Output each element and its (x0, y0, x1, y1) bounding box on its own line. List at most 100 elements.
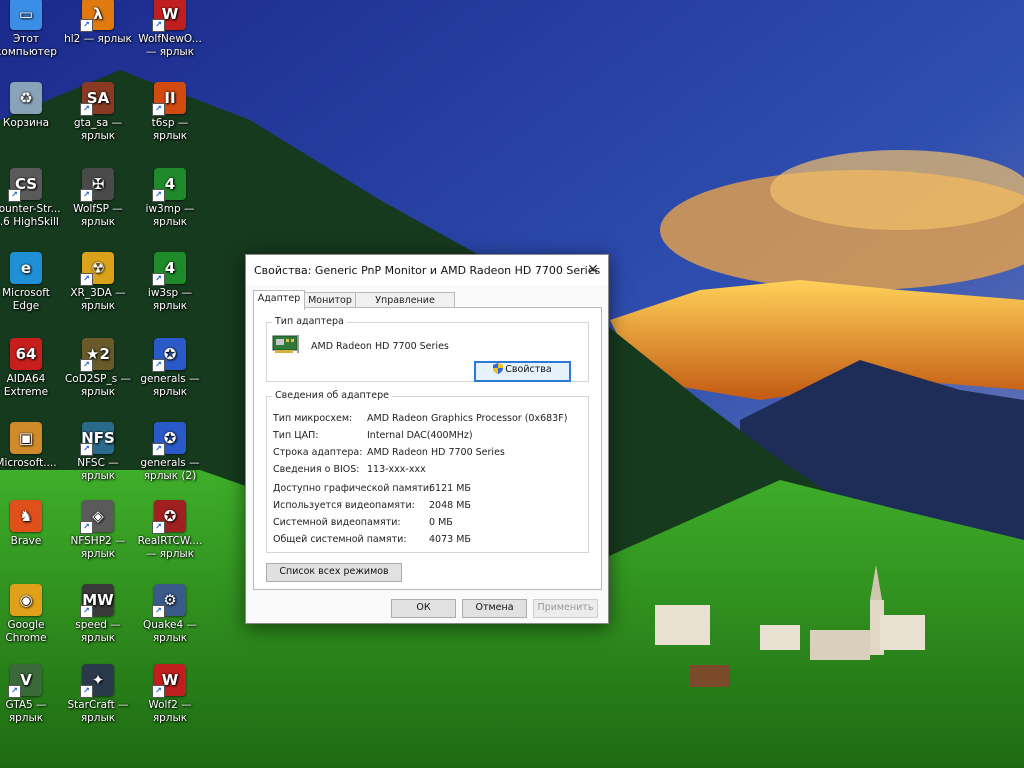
starcraft-icon-glyph: ✦ (91, 670, 105, 689)
shortcut-arrow-icon: ↗ (80, 273, 93, 286)
desktop-icon-edge[interactable]: e Microsoft Edge (0, 252, 62, 313)
wolf2-icon: W ↗ (152, 664, 186, 698)
desktop-icon-label: Wolf2 — ярлык (148, 699, 192, 724)
edge-icon-glyph: e (20, 258, 32, 277)
aida64-icon: 64 (10, 338, 42, 370)
shortcut-arrow-icon: ↗ (152, 189, 165, 202)
dialog-titlebar[interactable]: Свойства: Generic PnP Monitor и AMD Rade… (246, 255, 608, 285)
shortcut-arrow-icon: ↗ (80, 189, 93, 202)
memory-info-value: 4073 МБ (429, 534, 471, 545)
edge-icon: e (10, 252, 42, 284)
apply-button[interactable]: Применить (533, 599, 598, 618)
quake4-icon-glyph: ⚙ (163, 590, 177, 609)
microsoft-office-icon: ▣ (10, 422, 42, 454)
wolfsp-icon-glyph: ✠ (91, 174, 105, 193)
shortcut-arrow-icon: ↗ (152, 359, 165, 372)
adapter-info-value: 113-xxx-xxx (367, 464, 426, 475)
brave-icon: ♞ (10, 500, 42, 532)
shortcut-arrow-icon: ↗ (80, 685, 93, 698)
adapter-type-group-label: Тип адаптера (272, 316, 347, 327)
this-pc-icon-glyph: ▭ (18, 4, 34, 23)
shortcut-arrow-icon: ↗ (152, 605, 165, 618)
desktop-icon-label: XR_3DA — ярлык (70, 287, 126, 312)
adapter-type-group: Тип адаптера AMD Radeon HD 7700 Series С… (266, 316, 589, 382)
desktop-icon-generals-2[interactable]: ✪ ↗ generals — ярлык (2) (134, 422, 206, 483)
memory-info-label: Общей системной памяти: (273, 534, 407, 545)
ok-button[interactable]: ОК (391, 599, 456, 618)
starcraft-icon: ✦ ↗ (80, 664, 114, 698)
desktop-icon-nfsc[interactable]: NFS ↗ NFSC — ярлык (62, 422, 134, 483)
memory-info-value: 6121 МБ (429, 483, 471, 494)
shortcut-arrow-icon: ↗ (80, 443, 93, 456)
desktop-icon-quake4[interactable]: ⚙ ↗ Quake4 — ярлык (134, 584, 206, 645)
counter-strike-icon: CS ↗ (8, 168, 42, 202)
desktop-icon-label: iw3sp — ярлык (147, 287, 193, 312)
desktop-icon-iw3sp[interactable]: 4 ↗ iw3sp — ярлык (134, 252, 206, 313)
this-pc-icon: ▭ (10, 0, 42, 30)
cancel-button[interactable]: Отмена (462, 599, 527, 618)
shortcut-arrow-icon: ↗ (80, 605, 93, 618)
desktop-icon-label: Quake4 — ярлык (142, 619, 198, 644)
desktop-icon-label: Этот компьютер (0, 33, 57, 58)
desktop-icon-brave[interactable]: ♞ Brave (0, 500, 62, 548)
desktop-icon-label: WolfNewO... — ярлык (138, 33, 202, 58)
hl2-icon-glyph: λ (93, 4, 103, 23)
gta5-icon: V ↗ (8, 664, 42, 698)
wolfsp-icon: ✠ ↗ (80, 168, 114, 202)
recycle-icon: ♻ (10, 82, 42, 114)
desktop-icon-label: AIDA64 Extreme (3, 373, 49, 398)
memory-info-label: Доступно графической памяти: (273, 483, 433, 494)
desktop-icon-starcraft[interactable]: ✦ ↗ StarCraft — ярлык (62, 664, 134, 725)
adapter-info-group-label: Сведения об адаптере (272, 390, 392, 401)
chrome-icon: ◉ (10, 584, 42, 616)
realrtcw-icon-glyph: ✪ (163, 506, 177, 525)
shortcut-arrow-icon: ↗ (152, 521, 165, 534)
desktop-icon-hl2[interactable]: λ ↗ hl2 — ярлык (62, 0, 134, 46)
iw3mp-icon: 4 ↗ (152, 168, 186, 202)
desktop-icon-counter-strike[interactable]: CS↗Counter-Str... 1.6 HighSkill (0, 168, 62, 229)
adapter-properties-button[interactable]: Свойства (474, 361, 571, 382)
desktop-icon-label: Microsoft.... (0, 457, 57, 469)
desktop-icon-aida64[interactable]: 64 AIDA64 Extreme (0, 338, 62, 399)
adapter-name: AMD Radeon HD 7700 Series (311, 341, 449, 352)
shortcut-arrow-icon: ↗ (152, 103, 165, 116)
desktop-icon-wolfsp[interactable]: ✠ ↗ WolfSP — ярлык (62, 168, 134, 229)
desktop-icon-generals[interactable]: ✪ ↗ generals — ярлык (134, 338, 206, 399)
desktop-icon-cod2sp[interactable]: ★2 ↗ CoD2SP_s — ярлык (62, 338, 134, 399)
desktop-icon-gta-sa[interactable]: SA ↗ gta_sa — ярлык (62, 82, 134, 143)
adapter-info-value: Internal DAC(400MHz) (367, 430, 473, 441)
quake4-icon: ⚙ ↗ (152, 584, 186, 618)
chrome-icon-glyph: ◉ (19, 590, 33, 609)
desktop-icon-label: iw3mp — ярлык (145, 203, 195, 228)
dialog-title: Свойства: Generic PnP Monitor и AMD Rade… (254, 264, 601, 277)
aida64-icon-glyph: 64 (15, 344, 37, 363)
list-all-modes-button[interactable]: Список всех режимов (266, 563, 402, 582)
desktop-icon-realrtcw[interactable]: ✪ ↗ RealRTCW.... — ярлык (134, 500, 206, 561)
shortcut-arrow-icon: ↗ (80, 103, 93, 116)
tab-adapter[interactable]: Адаптер (253, 290, 305, 310)
memory-info-value: 2048 МБ (429, 500, 471, 511)
adapter-info-group: Сведения об адаптере Тип микросхем: AMD R… (266, 390, 589, 553)
speed-icon: MW ↗ (80, 584, 114, 618)
desktop-icon-grid: ▭ Этот компьютер λ ↗ hl2 — ярлык W ↗ WolfNewO..… (0, 0, 215, 768)
shortcut-arrow-icon: ↗ (152, 19, 165, 32)
gta5-icon-glyph: V (20, 670, 32, 689)
uac-shield-icon (493, 363, 504, 374)
desktop-icon-wolfnew[interactable]: W ↗ WolfNewO... — ярлык (134, 0, 206, 59)
adapter-info-value: AMD Radeon Graphics Processor (0x683F) (367, 413, 568, 424)
desktop-icon-label: speed — ярлык (75, 619, 121, 644)
desktop-icon-this-pc[interactable]: ▭ Этот компьютер (0, 0, 62, 59)
desktop-icon-t6sp[interactable]: II ↗ t6sp — ярлык (134, 82, 206, 143)
desktop-icon-chrome[interactable]: ◉ Google Chrome (0, 584, 62, 645)
desktop-icon-microsoft-office[interactable]: ▣ Microsoft.... (0, 422, 62, 470)
desktop-icon-iw3mp[interactable]: 4 ↗ iw3mp — ярлык (134, 168, 206, 229)
close-icon[interactable]: ✕ (582, 260, 604, 280)
desktop-icon-nfshp2[interactable]: ◈ ↗ NFSHP2 — ярлык (62, 500, 134, 561)
desktop-icon-xr3da[interactable]: ☢ ↗ XR_3DA — ярлык (62, 252, 134, 313)
gta-sa-icon: SA ↗ (80, 82, 114, 116)
desktop-icon-speed[interactable]: MW ↗ speed — ярлык (62, 584, 134, 645)
adapter-tab-panel: Тип адаптера AMD Radeon HD 7700 Series С… (253, 307, 602, 590)
desktop-icon-recycle[interactable]: ♻ Корзина (0, 82, 62, 130)
desktop-icon-gta5[interactable]: V ↗ GTA5 — ярлык (0, 664, 62, 725)
desktop-icon-wolf2[interactable]: W ↗ Wolf2 — ярлык (134, 664, 206, 725)
